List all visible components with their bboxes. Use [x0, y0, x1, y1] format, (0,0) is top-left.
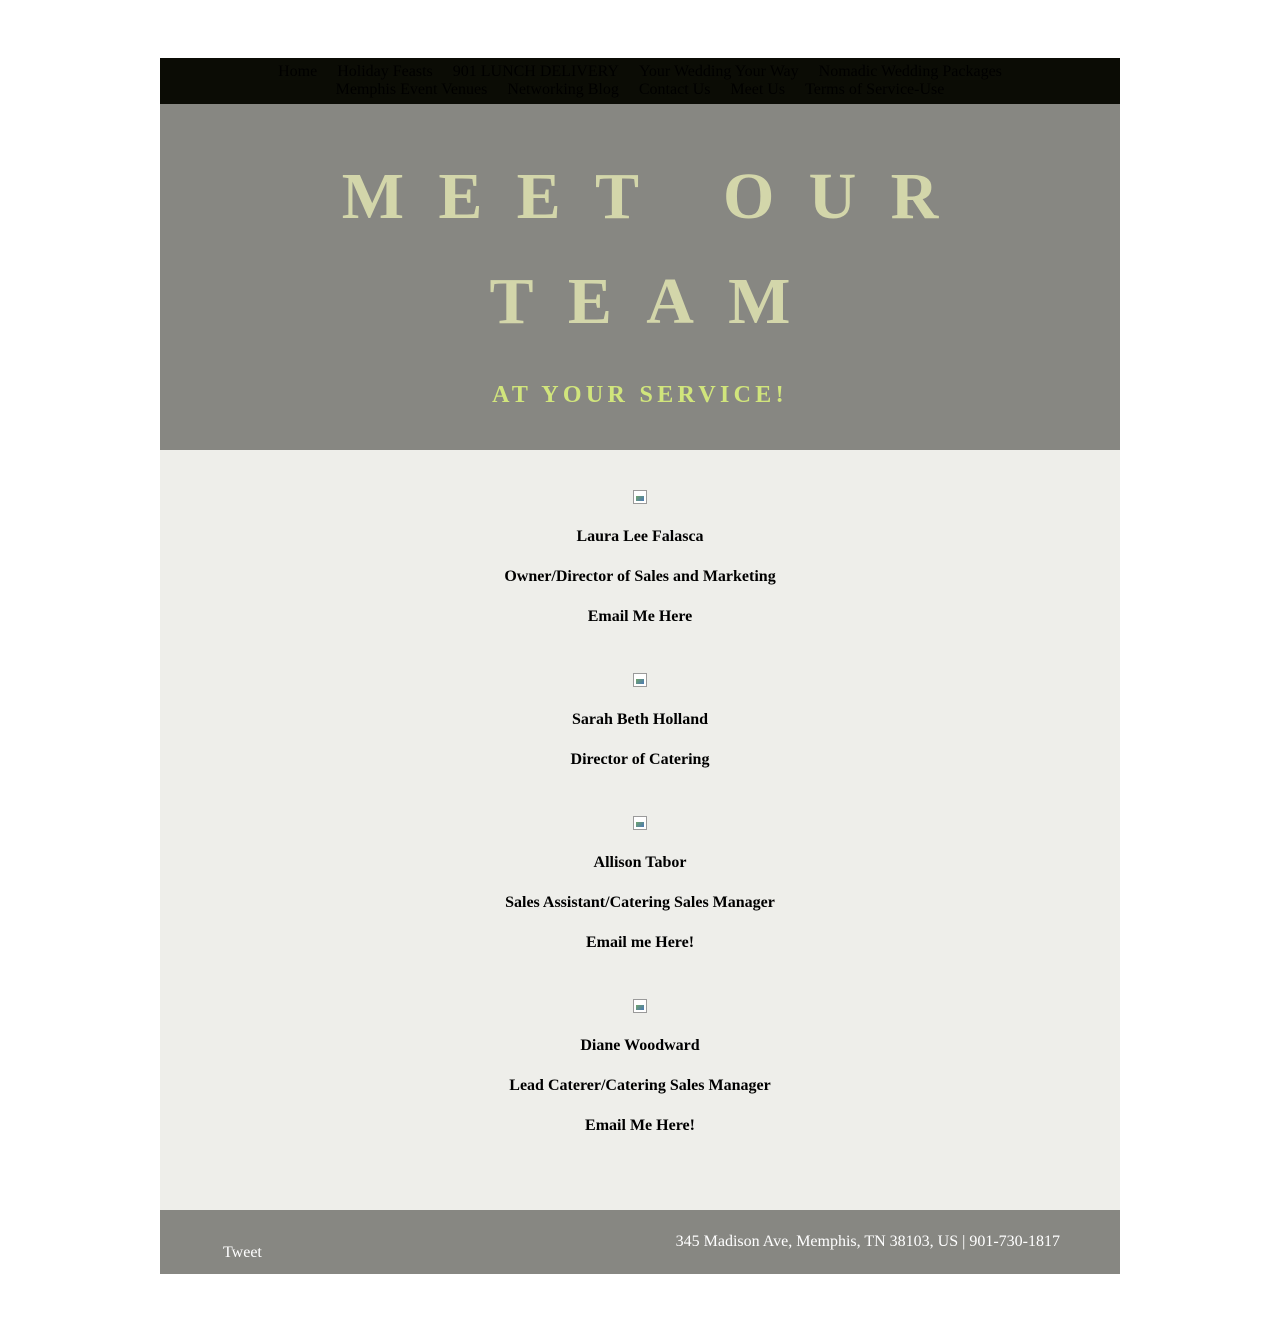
- page-subtitle: AT YOUR SERVICE!: [492, 382, 788, 408]
- member-role: Director of Catering: [570, 751, 710, 768]
- broken-image-icon: [633, 673, 647, 687]
- email-link[interactable]: Email Me Here: [588, 608, 693, 625]
- nav-item-event-venues[interactable]: Memphis Event Venues: [336, 81, 488, 98]
- nav-item-meet-us[interactable]: Meet Us: [730, 81, 785, 98]
- member-role: Sales Assistant/Catering Sales Manager: [505, 894, 775, 911]
- nav-item-home[interactable]: Home: [278, 63, 317, 80]
- nav-item-lunch-delivery[interactable]: 901 LUNCH DELIVERY: [453, 63, 619, 80]
- team-member: Diane Woodward Lead Caterer/Catering Sal…: [160, 999, 1120, 1138]
- nav-item-nomadic-wedding[interactable]: Nomadic Wedding Packages: [819, 63, 1002, 80]
- member-role: Lead Caterer/Catering Sales Manager: [509, 1077, 771, 1094]
- broken-image-icon: [633, 490, 647, 504]
- member-role: Owner/Director of Sales and Marketing: [504, 568, 776, 585]
- nav-item-contact-us[interactable]: Contact Us: [639, 81, 711, 98]
- team-member: Sarah Beth Holland Director of Catering: [160, 673, 1120, 772]
- member-name: Laura Lee Falasca: [576, 528, 704, 545]
- page-title-line-1: MEET OUR: [341, 160, 973, 233]
- footer-address: 345 Madison Ave, Memphis, TN 38103, US |…: [675, 1233, 1060, 1250]
- page-title-line-2: TEAM: [489, 265, 825, 338]
- tweet-button[interactable]: Tweet: [223, 1244, 262, 1262]
- email-link[interactable]: Email me Here!: [586, 934, 694, 951]
- broken-image-icon: [633, 999, 647, 1013]
- hero-banner: MEET OUR TEAM AT YOUR SERVICE!: [160, 104, 1120, 450]
- member-name: Allison Tabor: [593, 854, 687, 871]
- nav-item-your-wedding[interactable]: Your Wedding Your Way: [639, 63, 799, 80]
- nav-item-holiday-feasts[interactable]: Holiday Feasts: [337, 63, 433, 80]
- page-title: MEET OUR TEAM: [160, 144, 1120, 354]
- broken-image-icon: [633, 816, 647, 830]
- email-link[interactable]: Email Me Here!: [585, 1117, 695, 1134]
- main-nav: Home Holiday Feasts 901 LUNCH DELIVERY Y…: [160, 58, 1120, 104]
- nav-item-networking-blog[interactable]: Networking Blog: [507, 81, 619, 98]
- team-member: Laura Lee Falasca Owner/Director of Sale…: [160, 490, 1120, 629]
- member-name: Diane Woodward: [580, 1037, 700, 1054]
- team-member: Allison Tabor Sales Assistant/Catering S…: [160, 816, 1120, 955]
- footer: Tweet 345 Madison Ave, Memphis, TN 38103…: [160, 1210, 1120, 1274]
- nav-item-terms[interactable]: Terms of Service-Use: [805, 81, 944, 98]
- team-section: Laura Lee Falasca Owner/Director of Sale…: [160, 450, 1120, 1210]
- page-container: Home Holiday Feasts 901 LUNCH DELIVERY Y…: [160, 58, 1120, 1274]
- member-name: Sarah Beth Holland: [571, 711, 709, 728]
